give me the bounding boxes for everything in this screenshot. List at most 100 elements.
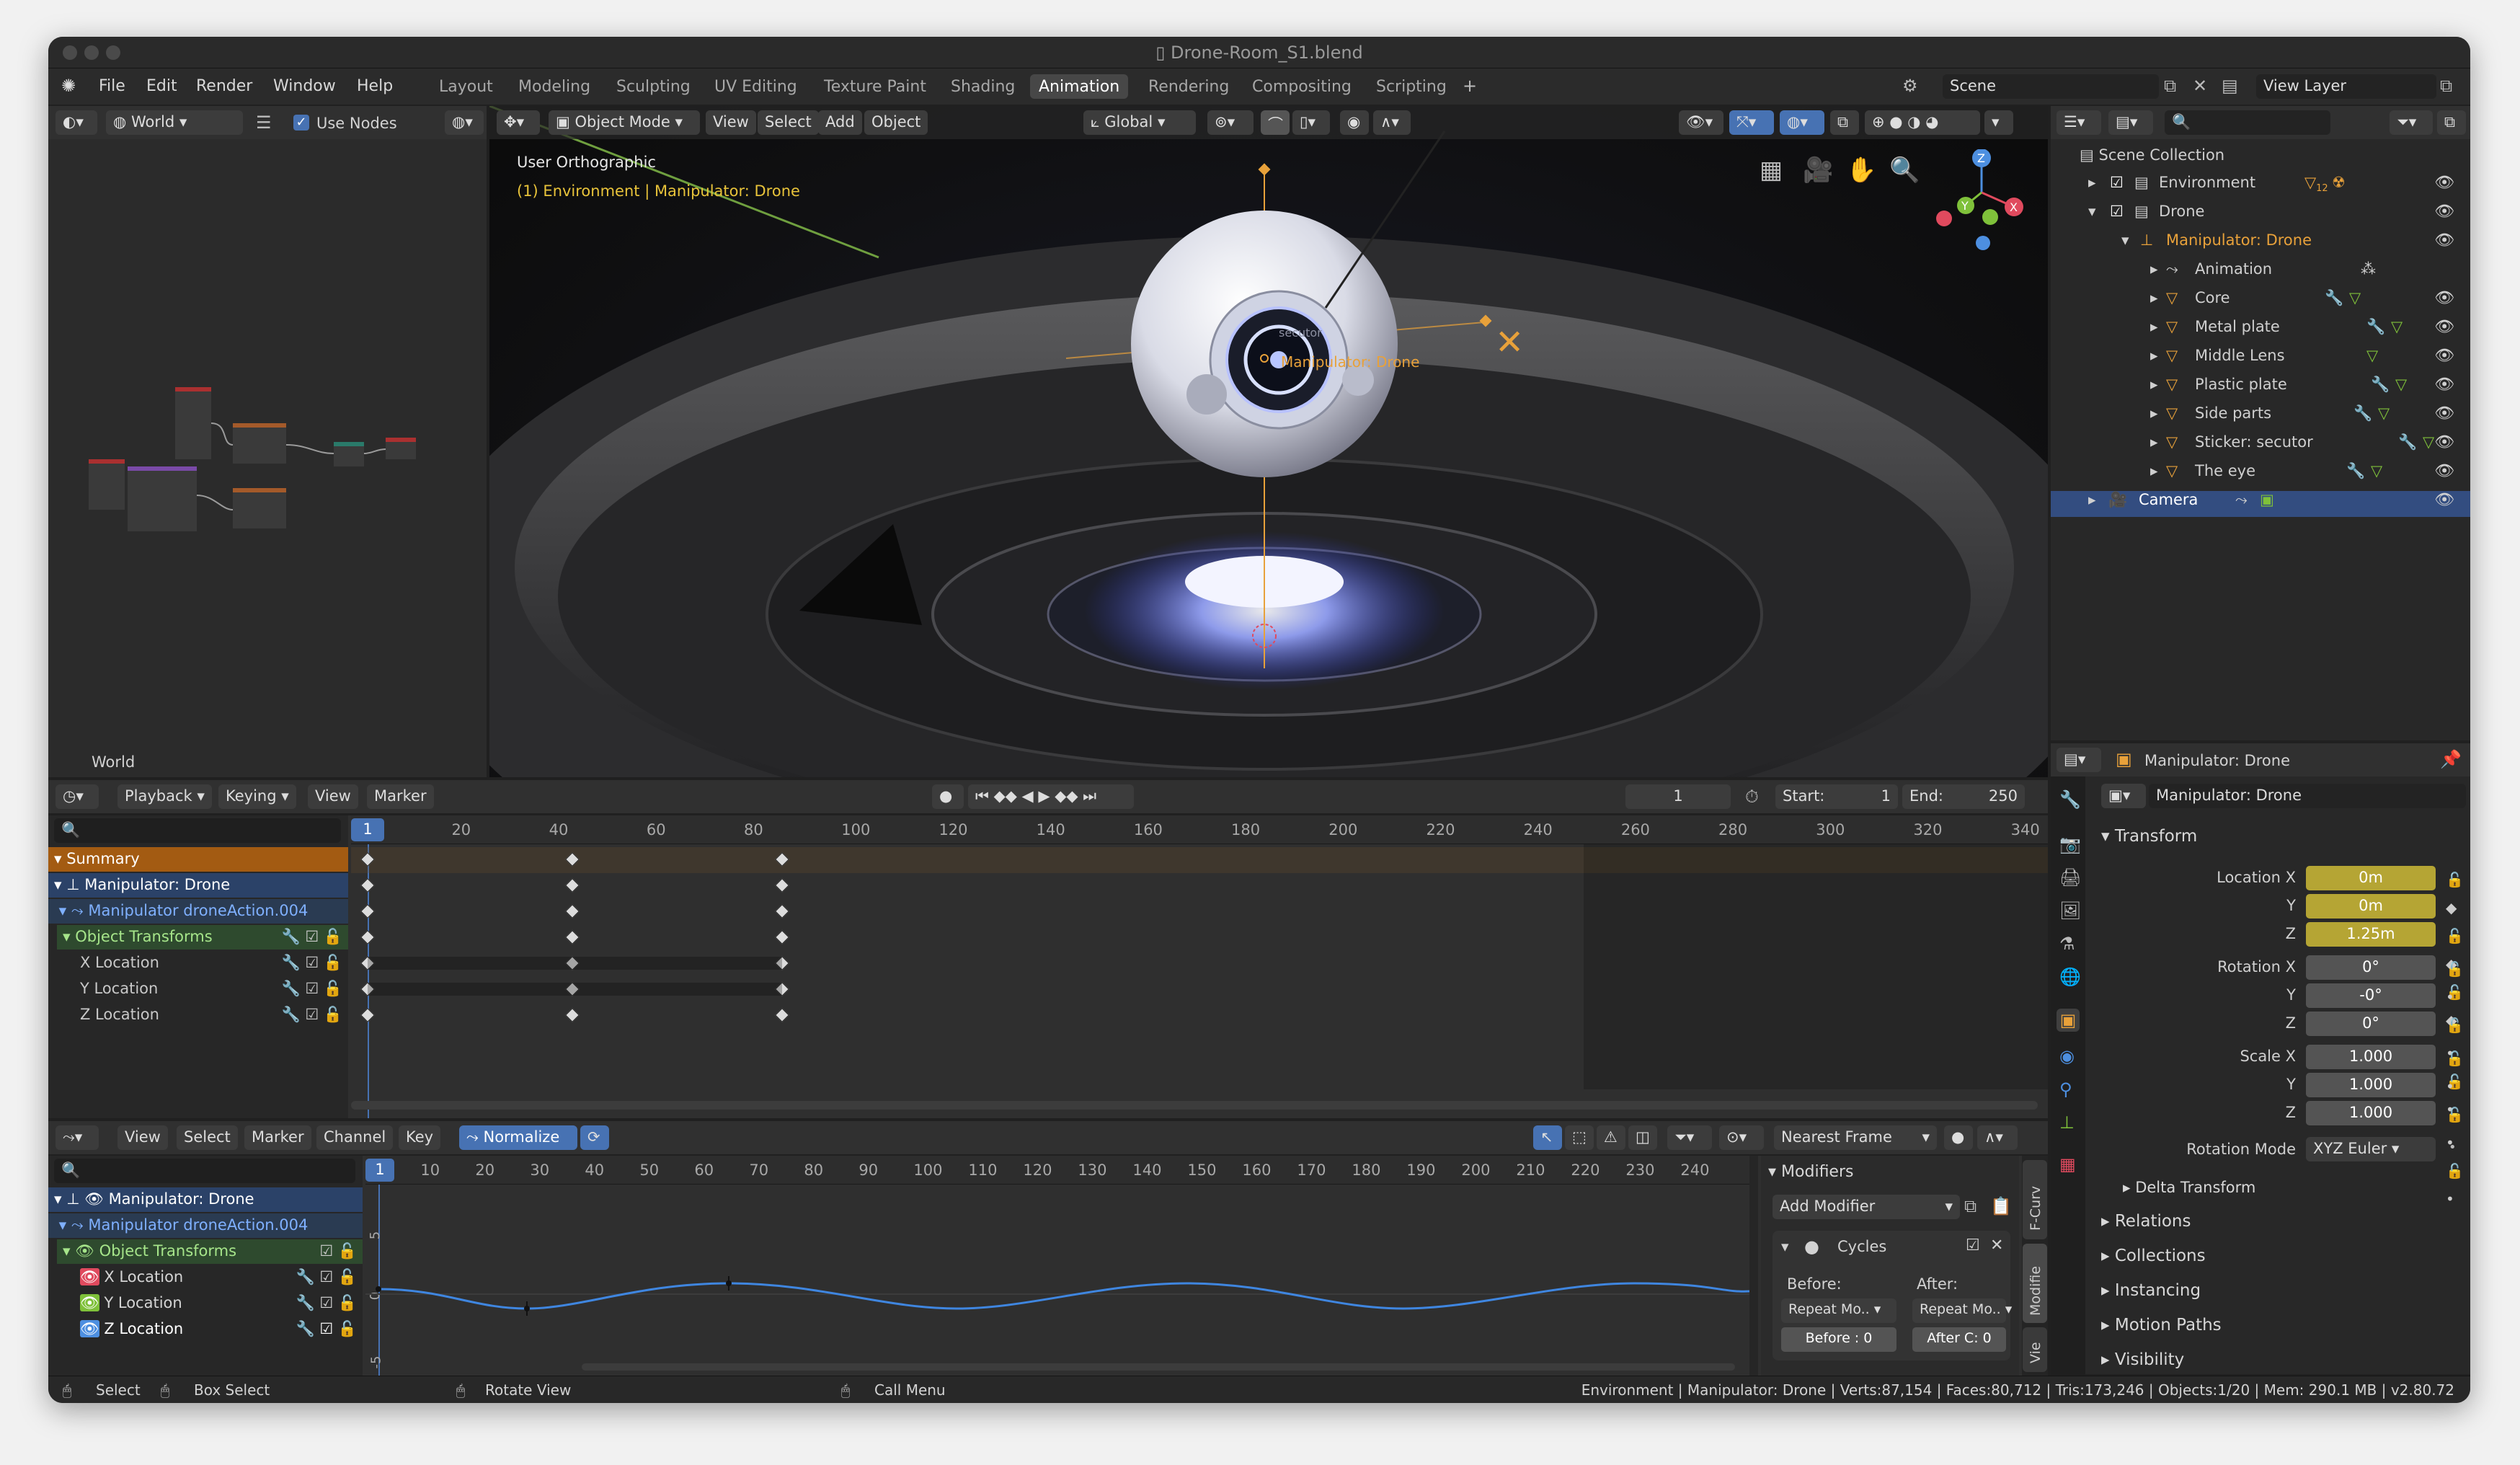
display-mode-icon[interactable]: ▤▾ — [2108, 110, 2153, 135]
pivot-icon[interactable]: ⊚▾ — [1207, 110, 1254, 135]
keyframe[interactable] — [360, 878, 375, 893]
render-tab-icon[interactable]: 📷 — [2059, 836, 2081, 853]
mute-toggle-icon[interactable]: ● — [1804, 1236, 1819, 1257]
graph-menu-marker[interactable]: Marker — [244, 1125, 311, 1150]
channel-z-location[interactable]: Z Location 🔧 ☑ 🔓 — [74, 1003, 348, 1027]
keyframe[interactable] — [360, 1008, 375, 1022]
menu-keying[interactable]: Keying ▾ — [218, 784, 296, 809]
eye-icon[interactable]: 👁 — [2434, 433, 2454, 451]
menu-marker[interactable]: Marker — [367, 784, 434, 809]
menu-file[interactable]: File — [99, 77, 125, 95]
output-tab-icon[interactable]: 🖨 — [2059, 869, 2081, 886]
channel-y-location[interactable]: Y Location 🔧 ☑ 🔓 — [74, 977, 348, 1001]
viewport-menu-select[interactable]: Select — [758, 110, 819, 135]
camera-view-icon[interactable]: 🎥 — [1803, 158, 1833, 182]
eye-icon[interactable]: 👁 — [2434, 289, 2454, 307]
channel-x-location[interactable]: X Location 🔧 ☑ 🔓 — [74, 951, 348, 975]
tab-shading[interactable]: Shading — [942, 74, 1024, 99]
record-icon[interactable]: ● — [932, 784, 964, 809]
checkbox-icon[interactable]: ☑ — [2110, 174, 2124, 191]
eye-icon[interactable]: 👁 — [2434, 491, 2454, 509]
graph-vertical-scrollbar[interactable] — [1749, 1156, 1758, 1376]
eye-icon[interactable]: 👁 — [2434, 404, 2454, 422]
eye-icon[interactable]: 👁 — [2434, 347, 2454, 365]
view-layer-tab-icon[interactable]: 🖼 — [2059, 902, 2081, 919]
proportional-edit-icon[interactable]: ◉ — [1340, 110, 1369, 135]
graph-channel-y-location[interactable]: 👁 Y Location 🔧 ☑ 🔓 — [74, 1291, 363, 1316]
end-frame-field[interactable]: End: 250 — [1902, 784, 2025, 809]
scale-y-field[interactable]: 1.000 — [2306, 1073, 2436, 1097]
falloff-icon[interactable]: ∧▾ — [1977, 1125, 2018, 1150]
filter-icon[interactable]: ⏷▾ — [1667, 1125, 1712, 1150]
menu-render[interactable]: Render — [196, 77, 252, 95]
channel-action[interactable]: ▾ ⤳ Manipulator droneAction.004 — [48, 899, 348, 924]
modifiers-panel-header[interactable]: ▾ Modifiers — [1768, 1163, 1853, 1181]
current-frame-field[interactable]: 1 — [1625, 784, 1731, 809]
expand-icon[interactable]: ▸ — [2150, 433, 2158, 451]
tab-scripting[interactable]: Scripting — [1367, 74, 1455, 99]
keyframe[interactable] — [774, 930, 789, 944]
paste-modifiers-icon[interactable]: 📋 — [1990, 1198, 2012, 1215]
delta-transform-panel[interactable]: ▸ Delta Transform — [2123, 1179, 2255, 1196]
expand-icon[interactable]: ▸ — [2150, 260, 2158, 278]
after-cycles-field[interactable]: After C: 0 — [1912, 1327, 2006, 1352]
outliner-item-manipulator[interactable]: ▾ ⊥ Manipulator: Drone 👁 — [2051, 231, 2470, 257]
keyframe[interactable] — [565, 930, 580, 944]
falloff-icon[interactable]: ∧▾ — [1373, 110, 1411, 135]
shading-options-icon[interactable]: ▾ — [1984, 110, 2013, 135]
group-icons[interactable]: 🔧 ☑ 🔓 — [282, 928, 342, 946]
tab-sculpting[interactable]: Sculpting — [608, 74, 699, 99]
scale-x-field[interactable]: 1.000 — [2306, 1045, 2436, 1069]
editor-type-icon[interactable]: ✥▾ — [497, 110, 540, 135]
expand-icon[interactable]: ▸ — [2150, 462, 2158, 479]
eye-icon[interactable]: 👁 — [2434, 231, 2454, 249]
dopesheet-editor[interactable]: 🔍 ▾ Summary ▾ ⊥ Manipulator: Drone ▾ ⤳ M… — [48, 815, 2048, 1118]
visibility-eye-icon[interactable]: 👁 — [80, 1268, 99, 1285]
keyframe[interactable] — [774, 904, 789, 919]
overlay-toggle-icon[interactable]: ◍▾ — [1780, 110, 1824, 135]
graph-current-frame-indicator[interactable]: 1 — [365, 1159, 394, 1182]
ghost-curves-icon[interactable]: ◫ — [1628, 1125, 1657, 1150]
graph-menu-view[interactable]: View — [117, 1125, 168, 1150]
start-frame-field[interactable]: Start: 1 — [1775, 784, 1898, 809]
3d-viewport[interactable]: secutor Manipulator: Drone ✕ ✥▾ ▣ Object… — [489, 106, 2048, 777]
tool-tab-icon[interactable]: 🔧 — [2059, 791, 2081, 808]
active-checkbox[interactable]: ☑ — [1966, 1236, 1980, 1254]
expand-icon[interactable]: ▸ — [2088, 174, 2096, 191]
keyframe[interactable] — [565, 1008, 580, 1022]
outliner-item-side-parts[interactable]: ▸ ▽ Side parts 🔧 ▽ 👁 — [2051, 404, 2470, 430]
rotation-mode-select[interactable]: XYZ Euler ▾ — [2306, 1137, 2436, 1161]
object-tab-icon[interactable]: ▣ — [2057, 1009, 2080, 1032]
physics-tab-icon[interactable]: ◉ — [2059, 1048, 2075, 1065]
fcurve-plot[interactable] — [365, 1185, 1749, 1376]
view-layer-selector[interactable]: View Layer — [2256, 74, 2436, 99]
filter-icon[interactable]: ⏷▾ — [2390, 110, 2433, 135]
visibility-eye-icon[interactable]: 👁 — [80, 1320, 99, 1337]
graph-channel-z-location[interactable]: 👁 Z Location 🔧 ☑ 🔓 — [74, 1317, 363, 1342]
editor-type-icon[interactable]: ◷▾ — [56, 784, 99, 809]
new-scene-icon[interactable]: ⧉ — [2164, 77, 2176, 94]
world-node-editor[interactable]: ◐▾ ◍ World ▾ ☰ ✓ Use Nodes ◍▾ World — [48, 106, 487, 777]
tab-fcurve[interactable]: F-Curv — [2023, 1160, 2047, 1239]
shading-modes[interactable]: ⊕ ● ◑ ◕ — [1865, 110, 1980, 135]
tab-texture-paint[interactable]: Texture Paint — [815, 74, 935, 99]
constraints-tab-icon[interactable]: ⚲ — [2059, 1081, 2072, 1098]
relations-panel[interactable]: ▸ Relations — [2101, 1212, 2191, 1231]
keyframe[interactable] — [565, 878, 580, 893]
channel-icons[interactable]: 🔧 ☑ 🔓 — [296, 1268, 357, 1286]
rotation-z-field[interactable]: 0° — [2306, 1012, 2436, 1036]
pin-icon[interactable]: 📌 — [2440, 751, 2462, 768]
gizmo-toggle-icon[interactable]: ⤧▾ — [1729, 110, 1774, 135]
keyframe[interactable] — [360, 930, 375, 944]
graph-channel-action[interactable]: ▾ ⤳ Manipulator droneAction.004 — [48, 1213, 363, 1238]
channel-icons[interactable]: 🔧 ☑ 🔓 — [296, 1320, 357, 1338]
scene-selector[interactable]: Scene — [1943, 74, 2159, 99]
before-mode-select[interactable]: Repeat Mo.. ▾ — [1781, 1298, 1896, 1323]
rotation-y-field[interactable]: -0° — [2306, 983, 2436, 1008]
blender-logo-icon[interactable]: ✺ — [61, 77, 76, 94]
add-workspace-icon[interactable]: + — [1463, 77, 1477, 94]
visibility-panel[interactable]: ▸ Visibility — [2101, 1350, 2184, 1369]
object-name-field[interactable]: Manipulator: Drone — [2149, 784, 2466, 808]
object-browse-icon[interactable]: ▣▾ — [2101, 784, 2146, 808]
visibility-eye-icon[interactable]: 👁 — [75, 1242, 94, 1260]
